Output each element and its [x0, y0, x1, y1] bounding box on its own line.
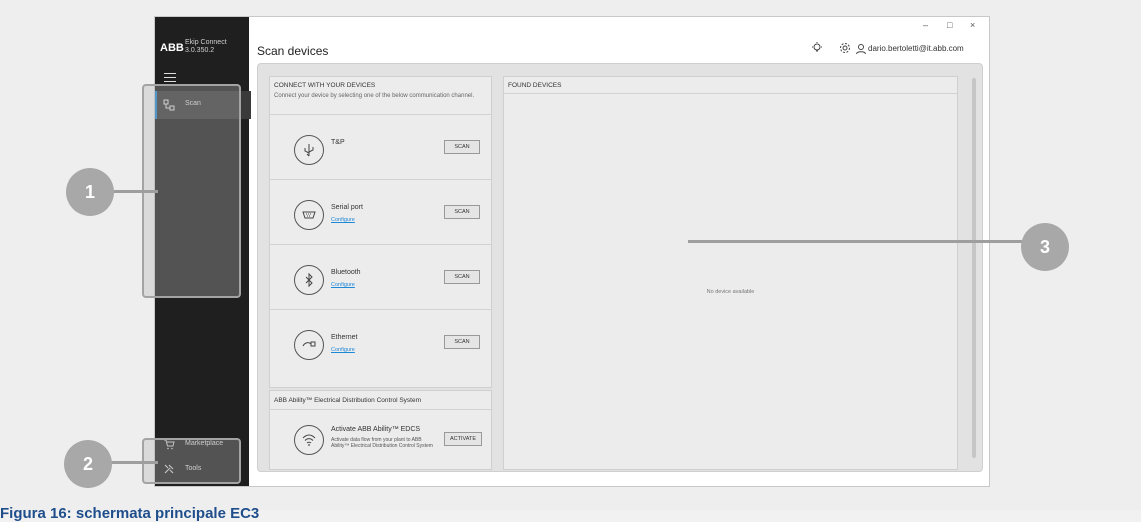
lightbulb-icon[interactable] — [811, 42, 823, 54]
configure-link-serial[interactable]: Configure — [331, 217, 355, 223]
configure-link-ethernet[interactable]: Configure — [331, 347, 355, 353]
maximize-button[interactable]: □ — [947, 20, 952, 30]
usb-icon — [294, 135, 324, 165]
page-title: Scan devices — [257, 44, 329, 58]
channel-tp: T&P SCAN — [270, 114, 491, 179]
bluetooth-icon — [294, 265, 324, 295]
channel-serial: Serial port Configure SCAN — [270, 179, 491, 244]
user-icon[interactable] — [855, 43, 867, 55]
figure-caption: Figura 16: schermata principale EC3 — [0, 505, 260, 522]
channel-name: Ethernet — [331, 334, 358, 341]
scrollbar-thumb[interactable] — [972, 78, 976, 458]
hamburger-menu-icon[interactable] — [164, 73, 176, 82]
close-button[interactable]: × — [970, 20, 975, 30]
edcs-row: Activate ABB Ability™ EDCS Activate data… — [270, 409, 491, 469]
minimize-button[interactable]: – — [923, 20, 928, 30]
channel-name: T&P — [331, 139, 345, 146]
callout-leader-2 — [104, 461, 158, 464]
channel-name: Bluetooth — [331, 269, 361, 276]
configure-link-bluetooth[interactable]: Configure — [331, 282, 355, 288]
edcs-panel: ABB Ability™ Electrical Distribution Con… — [269, 390, 492, 470]
ethernet-icon — [294, 330, 324, 360]
user-email[interactable]: dario.bertoletti@it.abb.com — [868, 44, 964, 53]
scan-button-bluetooth[interactable]: SCAN — [444, 270, 480, 284]
callout-2: 2 — [64, 440, 112, 488]
scan-button-serial[interactable]: SCAN — [444, 205, 480, 219]
empty-state-text: No device available — [706, 289, 755, 295]
edcs-name: Activate ABB Ability™ EDCS — [331, 426, 421, 433]
channel-bluetooth: Bluetooth Configure SCAN — [270, 244, 491, 309]
callout-1: 1 — [66, 168, 114, 216]
edcs-description: Activate data flow from your plant to AB… — [331, 437, 433, 449]
found-devices-panel: FOUND DEVICES No device available — [503, 76, 958, 470]
activate-button[interactable]: ACTIVATE — [444, 432, 482, 446]
callout-3: 3 — [1021, 223, 1069, 271]
app-window: ABB Ekip Connect 3.0.350.2 Scan Marketpl… — [155, 17, 989, 486]
wifi-icon — [294, 425, 324, 455]
edcs-title: ABB Ability™ Electrical Distribution Con… — [274, 397, 422, 404]
scan-button-ethernet[interactable]: SCAN — [444, 335, 480, 349]
divider — [504, 93, 957, 94]
app-name: Ekip Connect — [185, 39, 227, 46]
found-title: FOUND DEVICES — [508, 82, 562, 89]
callout-leader-3 — [688, 240, 1034, 243]
content-area: CONNECT WITH YOUR DEVICES Connect your d… — [257, 63, 983, 472]
channel-name: Serial port — [331, 204, 363, 211]
scan-button-tp[interactable]: SCAN — [444, 140, 480, 154]
app-name-block: Ekip Connect 3.0.350.2 — [185, 39, 227, 55]
channel-ethernet: Ethernet Configure SCAN — [270, 309, 491, 374]
app-version: 3.0.350.2 — [185, 47, 215, 54]
serial-port-icon — [294, 200, 324, 230]
gear-icon[interactable] — [839, 42, 851, 54]
connect-panel: CONNECT WITH YOUR DEVICES Connect your d… — [269, 76, 492, 388]
connect-title: CONNECT WITH YOUR DEVICES — [274, 82, 376, 89]
connect-description: Connect your device by selecting one of … — [274, 93, 475, 99]
scrollbar[interactable] — [970, 70, 978, 466]
abb-logo: ABB — [160, 42, 184, 54]
